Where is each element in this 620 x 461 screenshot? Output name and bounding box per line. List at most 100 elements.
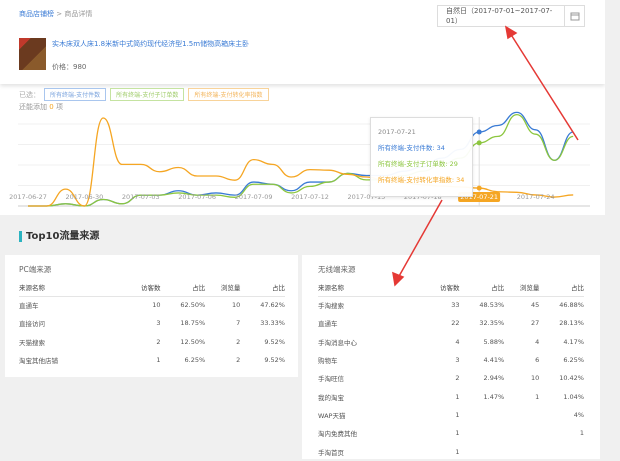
table-cell: 1: [579, 429, 584, 438]
table-cell: [460, 442, 505, 460]
table-header-row: 来源名称 访客数 占比 浏览量 占比: [318, 279, 584, 297]
x-tick-label: 2017-06-27: [9, 193, 47, 201]
tooltip-date: 2017-07-21: [378, 128, 416, 136]
x-tick-label: 2017-07-12: [291, 193, 329, 201]
table-cell: 4.41%: [483, 356, 505, 365]
column-header: 访客数: [125, 279, 161, 297]
x-tick-label: 2017-06-30: [65, 193, 104, 201]
table-cell: 6.25%: [184, 356, 206, 365]
table-cell[interactable]: 直接访问: [19, 314, 125, 332]
table-cell[interactable]: 购物车: [318, 351, 424, 369]
column-header: 占比: [160, 279, 206, 297]
table-row: 直接访问 3 18.75% 7 33.33%: [19, 314, 285, 332]
table-cell: 7: [236, 319, 241, 328]
table-cell[interactable]: 手淘首页: [318, 442, 424, 460]
table-row: 手淘搜索 33 48.53% 45 46.88%: [318, 296, 584, 314]
table-cell[interactable]: 直通车: [19, 296, 125, 314]
metric-chip-pay-suborders[interactable]: 所有终端-支付子订单数: [110, 88, 185, 101]
table-cell[interactable]: 手淘搜索: [318, 296, 424, 314]
product-thumbnail[interactable]: [19, 38, 46, 70]
metric-chip-conversion-index[interactable]: 所有终端-支付转化率指数: [188, 88, 269, 101]
table-cell[interactable]: 天猫搜索: [19, 333, 125, 351]
column-header: 来源名称: [318, 279, 425, 297]
page-margin: [605, 0, 620, 459]
price-value: 980: [73, 63, 87, 71]
table-cell[interactable]: 淘宝其他店铺: [19, 351, 125, 369]
pc-sources-table: 来源名称 访客数 占比 浏览量 占比 直通车 10 62.50% 10 47.62% 直接访问 3 18…: [19, 279, 285, 369]
table-cell: 18.75%: [180, 319, 206, 328]
data-point[interactable]: [476, 129, 482, 135]
table-cell: [460, 424, 505, 442]
tooltip-row: 所有终端-支付子订单数: 29: [378, 160, 458, 168]
table-cell: 27: [531, 319, 540, 328]
breadcrumb-separator: >: [56, 10, 63, 18]
table-cell[interactable]: 我的淘宝: [318, 387, 424, 405]
table-cell[interactable]: 淘内免费其他: [318, 424, 424, 442]
table-cell: [504, 406, 539, 424]
table-row: 直通车 10 62.50% 10 47.62%: [19, 296, 285, 314]
table-row: 淘宝其他店铺 1 6.25% 2 9.52%: [19, 351, 285, 369]
x-tick-label: 2017-07-24: [516, 193, 555, 201]
table-cell: 2: [236, 356, 241, 365]
table-cell: 48.53%: [479, 301, 505, 310]
selected-label: 已选：: [19, 90, 40, 99]
table-cell: [504, 424, 539, 442]
data-point[interactable]: [476, 140, 482, 146]
table-cell: [460, 406, 505, 424]
calendar-icon[interactable]: [564, 6, 584, 26]
table-cell[interactable]: 手淘消息中心: [318, 333, 424, 351]
price-label: 价格：: [52, 63, 73, 71]
column-header: 占比: [539, 279, 584, 297]
add-more-count: 0: [49, 103, 54, 111]
product-title-link[interactable]: 实木床双人床1.8米新中式简约现代经济型1.5m储物高箱床主卧: [52, 39, 249, 49]
table-cell: 10: [152, 301, 161, 310]
table-cell: 1: [535, 392, 540, 401]
table-cell: 1: [455, 447, 460, 456]
table-cell: [539, 442, 584, 460]
breadcrumb-parent-link[interactable]: 商品店铺榜: [19, 10, 54, 18]
table-cell: 47.62%: [260, 301, 285, 310]
table-cell: 9.52%: [264, 337, 285, 346]
pc-sources-title: PC端来源: [19, 265, 52, 274]
table-cell: 1: [156, 356, 161, 365]
x-tick-label: 2017-07-09: [234, 193, 273, 201]
data-point[interactable]: [476, 185, 482, 191]
table-row: 购物车 3 4.41% 6 6.25%: [318, 351, 584, 369]
x-tick-label: 2017-07-06: [178, 193, 217, 201]
table-cell: [504, 442, 539, 460]
table-cell: 3: [455, 356, 460, 365]
wireless-sources-table: 来源名称 访客数 占比 浏览量 占比 手淘搜索 33 48.53% 45 46.88% 直通车 22 3…: [318, 279, 584, 461]
table-cell: 2: [236, 337, 241, 346]
table-row: 手淘旺信 2 2.94% 10 10.42%: [318, 369, 584, 387]
table-cell: 33.33%: [260, 319, 285, 328]
table-cell: 4: [455, 337, 460, 346]
metric-chip-pay-items[interactable]: 所有终端-支付件数: [44, 88, 107, 101]
column-header: 来源名称: [19, 279, 126, 297]
table-cell: 22: [451, 319, 460, 328]
table-row: 我的淘宝 1 1.47% 1 1.04%: [318, 387, 584, 405]
column-header: 浏览量: [504, 279, 540, 297]
table-cell: 10: [531, 374, 540, 383]
table-cell: 28.13%: [559, 319, 584, 328]
table-cell: 33: [451, 301, 460, 310]
x-tick-label: 2017-07-03: [121, 193, 160, 201]
section-title: Top10流量来源: [19, 231, 99, 242]
table-cell: 10: [232, 301, 241, 310]
table-cell: 6: [535, 356, 540, 365]
date-range-text: 自然日（2017-07-01~2017-07-01）: [446, 7, 553, 25]
table-cell: 4: [535, 337, 540, 346]
add-more-suffix: 项: [55, 103, 63, 111]
table-row: 直通车 22 32.35% 27 28.13%: [318, 314, 584, 332]
product-price: 价格：980: [52, 62, 86, 72]
table-cell[interactable]: WAP天猫: [318, 406, 424, 424]
table-cell[interactable]: 手淘旺信: [318, 369, 424, 387]
table-cell: 2: [156, 337, 161, 346]
date-range-picker[interactable]: 自然日（2017-07-01~2017-07-01）: [437, 5, 585, 27]
table-cell: 1.04%: [563, 392, 584, 401]
product-header-card: 商品店铺榜 > 商品详情 自然日（2017-07-01~2017-07-01） …: [0, 0, 605, 84]
table-cell[interactable]: 直通车: [318, 314, 424, 332]
breadcrumb: 商品店铺榜 > 商品详情: [19, 9, 92, 19]
table-cell: 2: [455, 374, 460, 383]
table-row: 手淘首页 1: [318, 442, 584, 460]
table-cell: 1: [455, 392, 460, 401]
